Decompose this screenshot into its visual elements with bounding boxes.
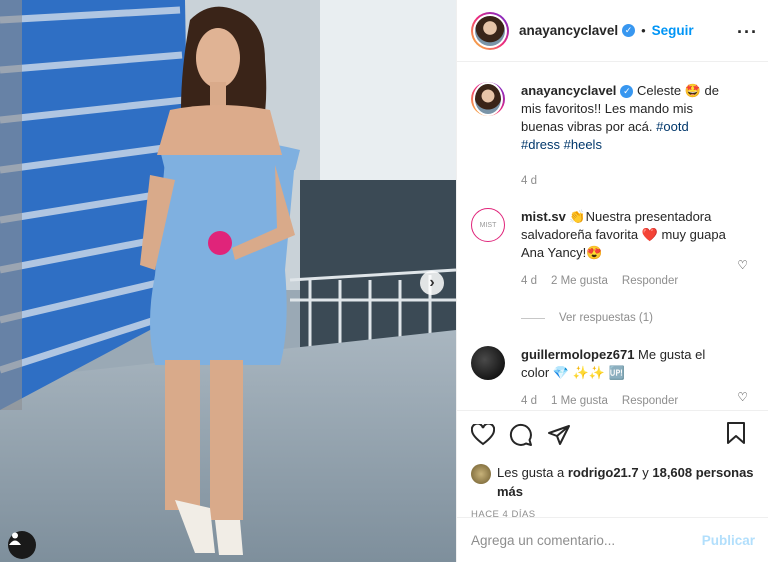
comment-avatar[interactable]: MIST [471,208,505,242]
liker-avatar[interactable] [471,464,491,484]
save-bookmark-icon[interactable] [725,421,747,445]
caption: anayancyclavel ✓ Celeste 🤩 de mis favorit… [471,82,754,190]
comment-icon[interactable] [509,423,533,447]
author-username[interactable]: anayancyclavel [519,23,618,38]
likes-mid: y [638,465,653,480]
like-comment-heart-icon[interactable]: ♡ [737,390,748,404]
separator-dot: • [641,23,646,38]
user-icon [9,532,21,545]
verified-badge-icon: ✓ [620,85,634,99]
caption-time[interactable]: 4 d [521,172,537,190]
comments-list[interactable]: anayancyclavel ✓ Celeste 🤩 de mis favorit… [457,62,768,410]
comment-item: guillermolopez671 Me gusta el color 💎 ✨✨… [471,346,754,410]
reply-button[interactable]: Responder [622,392,678,410]
comment-likes[interactable]: 1 Me gusta [551,392,608,410]
comment-item: MIST mist.sv 👏Nuestra presentadora salva… [471,208,754,290]
replies-line [521,317,545,319]
add-comment-bar: Publicar [457,517,768,562]
caption-avatar[interactable] [471,82,505,116]
view-replies[interactable]: Ver respuestas (1) [521,312,754,324]
photo-illustration [0,0,456,562]
follow-button[interactable]: Seguir [652,23,694,38]
post-sidebar: anayancyclavel ✓ • Seguir ··· anayancycl… [456,0,768,562]
comment-time[interactable]: 4 d [521,272,537,290]
reply-button[interactable]: Responder [622,272,678,290]
like-comment-heart-icon[interactable]: ♡ [737,258,748,272]
post-header: anayancyclavel ✓ • Seguir ··· [457,0,768,62]
comment-input[interactable] [471,532,691,548]
avatar[interactable] [471,11,509,50]
more-horizontal-icon[interactable]: ··· [737,22,758,43]
share-icon[interactable] [547,423,571,447]
caption-text: Celeste [633,83,685,98]
instagram-post: › anayancyclavel ✓ • Seguir ··· anayancy… [0,0,768,562]
comment-time[interactable]: 4 d [521,392,537,410]
publish-button[interactable]: Publicar [702,533,755,548]
caption-emoji: 🤩 [684,83,701,98]
tagged-users-button[interactable] [8,531,36,559]
view-replies-label[interactable]: Ver respuestas (1) [559,312,653,324]
comment-likes[interactable]: 2 Me gusta [551,272,608,290]
post-photo[interactable]: › [0,0,456,562]
likes-summary: Les gusta a rodrigo21.7 y 18,608 persona… [471,463,755,501]
next-photo-button[interactable]: › [420,271,444,295]
comment-username[interactable]: guillermolopez671 [521,347,634,362]
caption-username[interactable]: anayancyclavel [521,83,616,98]
liker-username[interactable]: rodrigo21.7 [568,465,639,480]
comment-avatar[interactable] [471,346,505,380]
likes-prefix: Les gusta a [497,465,568,480]
post-actions: Les gusta a rodrigo21.7 y 18,608 persona… [457,410,768,520]
verified-badge-icon: ✓ [622,24,636,37]
like-heart-icon[interactable] [471,424,495,446]
comment-username[interactable]: mist.sv [521,209,566,224]
